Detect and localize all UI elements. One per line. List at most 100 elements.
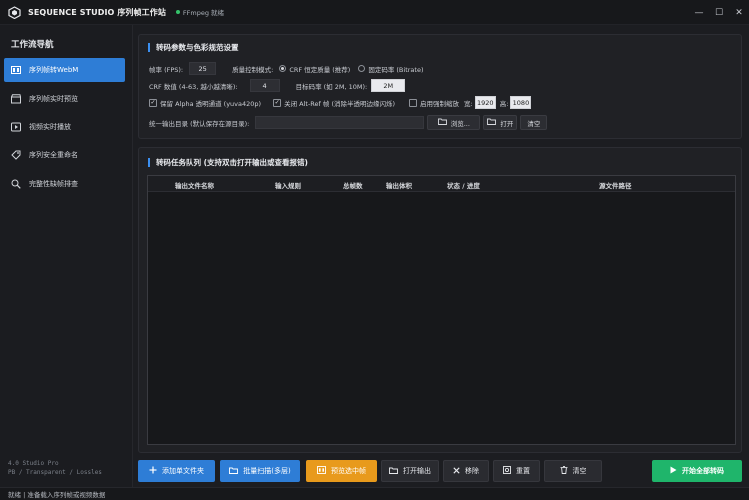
sidebar-heading: 工作流导航 <box>11 40 54 50</box>
clear-queue-button[interactable]: 清空 <box>544 460 602 482</box>
close-icon <box>453 466 460 476</box>
version-info: 4.0 Studio Pro PB / Transparent / Lossle… <box>8 459 102 477</box>
column-header-input-rule[interactable]: 输入规则 <box>275 180 301 190</box>
start-all-button[interactable]: 开始全部转码 <box>652 460 742 482</box>
batch-scan-label: 批量扫描(多层) <box>243 467 291 475</box>
add-folder-label: 添加单文件夹 <box>162 467 204 475</box>
sidebar-item-label: 视频实时播放 <box>29 123 71 131</box>
alpha-checkbox[interactable]: ✓ 保留 Alpha 透明通道 (yuva420p) <box>149 98 261 108</box>
sidebar-item-video-play[interactable]: 视频实时播放 <box>4 115 125 139</box>
clear-dir-button[interactable]: 清空 <box>520 115 548 130</box>
folder-icon <box>437 118 447 127</box>
output-dir-row: 统一输出目录 (默认保存在源目录): 浏览... 打开 清空 <box>149 115 548 130</box>
folder-icon <box>487 118 497 127</box>
version-line-1: 4.0 Studio Pro <box>8 460 59 467</box>
remove-button[interactable]: 移除 <box>443 460 489 482</box>
folder-icon <box>229 467 239 476</box>
sidebar-item-webm[interactable]: 序列帧转WebM <box>4 58 125 82</box>
checkmark-icon: ✓ <box>273 98 282 107</box>
batch-scan-button[interactable]: 批量扫描(多层) <box>220 460 300 482</box>
reset-icon <box>503 466 511 476</box>
clear-queue-label: 清空 <box>572 467 587 475</box>
height-label: 高: <box>499 99 509 108</box>
accent-bar <box>148 158 150 167</box>
radio-selected-icon <box>279 65 287 72</box>
fps-quality-row: 帧率 (FPS): 25 质量控制模式: CRF 恒定质量 (推荐) 固定码率 … <box>149 62 423 75</box>
open-output-button[interactable]: 打开输出 <box>381 460 439 482</box>
fps-input[interactable]: 25 <box>189 62 217 75</box>
options-row: ✓ 保留 Alpha 透明通道 (yuva420p) ✓ 关闭 Alt-Ref … <box>149 96 532 109</box>
reset-label: 重置 <box>516 467 530 475</box>
queue-title-text: 转码任务队列 (支持双击打开输出或查看报错) <box>156 158 308 167</box>
open-label: 打开 <box>500 119 514 128</box>
column-header-output-size[interactable]: 输出体积 <box>386 180 412 190</box>
status-bar: 就绪 | 准备载入序列帧或视频数据 <box>0 487 749 500</box>
plus-icon <box>149 466 157 476</box>
browse-button[interactable]: 浏览... <box>427 115 481 130</box>
column-header-frame-count[interactable]: 总帧数 <box>343 180 363 190</box>
checkmark-icon: ✓ <box>149 98 157 107</box>
crf-input[interactable]: 4 <box>249 79 280 92</box>
bitrate-mode-label: 固定码率 (Bitrate) <box>368 65 424 74</box>
open-dir-button[interactable]: 打开 <box>483 115 518 130</box>
accent-bar <box>148 43 150 52</box>
task-queue-table[interactable]: 输出文件名称 输入规则 总帧数 输出体积 状态 / 进度 源文件路径 <box>147 175 736 445</box>
start-all-label: 开始全部转码 <box>682 467 724 475</box>
sidebar-item-label: 序列帧实时预览 <box>29 95 78 103</box>
ffmpeg-status-text: FFmpeg 就绪 <box>182 9 225 17</box>
settings-title: 转码参数与色彩规范设置 <box>148 42 239 53</box>
crf-label: CRF 数值 (4-63, 越小越清晰): <box>149 82 238 91</box>
film-icon <box>317 466 326 476</box>
scale-checkbox[interactable]: 启用强制缩放 <box>409 98 459 108</box>
bitrate-input[interactable]: 2M <box>371 79 406 92</box>
app-title: SEQUENCE STUDIO 序列帧工作站 <box>28 7 166 17</box>
tag-icon <box>11 150 21 160</box>
crf-mode-radio[interactable]: CRF 恒定质量 (推荐) <box>279 64 350 74</box>
folder-icon <box>389 467 398 476</box>
reset-button[interactable]: 重置 <box>493 460 540 482</box>
add-folder-button[interactable]: 添加单文件夹 <box>138 460 215 482</box>
minimize-button[interactable]: — <box>689 0 709 25</box>
close-button[interactable]: ✕ <box>729 0 749 25</box>
scale-label: 启用强制缩放 <box>420 99 460 108</box>
film-icon <box>11 65 21 75</box>
sidebar-item-label: 完整性缺帧排查 <box>29 180 78 188</box>
altref-label: 关闭 Alt-Ref 帧 (消除半透明边缘闪烁) <box>284 99 396 108</box>
play-icon <box>11 122 21 132</box>
column-header-status[interactable]: 状态 / 进度 <box>447 180 480 190</box>
settings-title-text: 转码参数与色彩规范设置 <box>156 43 239 52</box>
open-output-label: 打开输出 <box>403 467 431 475</box>
app-logo-icon <box>7 5 21 19</box>
sidebar-item-rename[interactable]: 序列安全重命名 <box>4 143 125 167</box>
width-label: 宽: <box>464 99 473 108</box>
table-header: 输出文件名称 输入规则 总帧数 输出体积 状态 / 进度 源文件路径 <box>148 176 735 192</box>
crf-mode-label: CRF 恒定质量 (推荐) <box>289 65 351 74</box>
maximize-button[interactable]: ☐ <box>709 0 729 25</box>
settings-panel: 转码参数与色彩规范设置 帧率 (FPS): 25 质量控制模式: CRF 恒定质… <box>138 34 742 139</box>
browse-label: 浏览... <box>450 119 470 128</box>
radio-unselected-icon <box>358 65 366 72</box>
width-input[interactable]: 1920 <box>474 96 496 109</box>
column-header-source-path[interactable]: 源文件路径 <box>599 180 632 190</box>
sidebar: 工作流导航 序列帧转WebM 序列帧实时预览 视频实时播放 序列安全重命名 完整… <box>0 25 133 487</box>
height-input[interactable]: 1080 <box>510 96 532 109</box>
output-dir-input[interactable] <box>255 116 425 129</box>
altref-checkbox[interactable]: ✓ 关闭 Alt-Ref 帧 (消除半透明边缘闪烁) <box>273 98 395 108</box>
preview-frame-button[interactable]: 预览选中帧 <box>306 460 377 482</box>
output-dir-label: 统一输出目录 (默认保存在源目录): <box>149 119 250 128</box>
window-controls: — ☐ ✕ <box>689 0 749 25</box>
checkbox-empty-icon <box>409 98 418 107</box>
bitrate-mode-radio[interactable]: 固定码率 (Bitrate) <box>358 64 423 74</box>
play-icon <box>670 466 677 476</box>
status-dot-icon <box>175 10 180 14</box>
sidebar-item-preview[interactable]: 序列帧实时预览 <box>4 87 125 111</box>
quality-label: 质量控制模式: <box>232 65 274 74</box>
sidebar-item-label: 序列安全重命名 <box>29 151 78 159</box>
title-bar: SEQUENCE STUDIO 序列帧工作站 FFmpeg 就绪 — ☐ ✕ <box>0 0 749 25</box>
column-header-output-name[interactable]: 输出文件名称 <box>175 180 214 190</box>
remove-label: 移除 <box>465 467 479 475</box>
clapper-icon <box>11 94 21 104</box>
preview-frame-label: 预览选中帧 <box>331 467 366 475</box>
bitrate-label: 目标码率 (如 2M, 10M): <box>295 82 368 91</box>
sidebar-item-integrity[interactable]: 完整性缺帧排查 <box>4 172 125 196</box>
